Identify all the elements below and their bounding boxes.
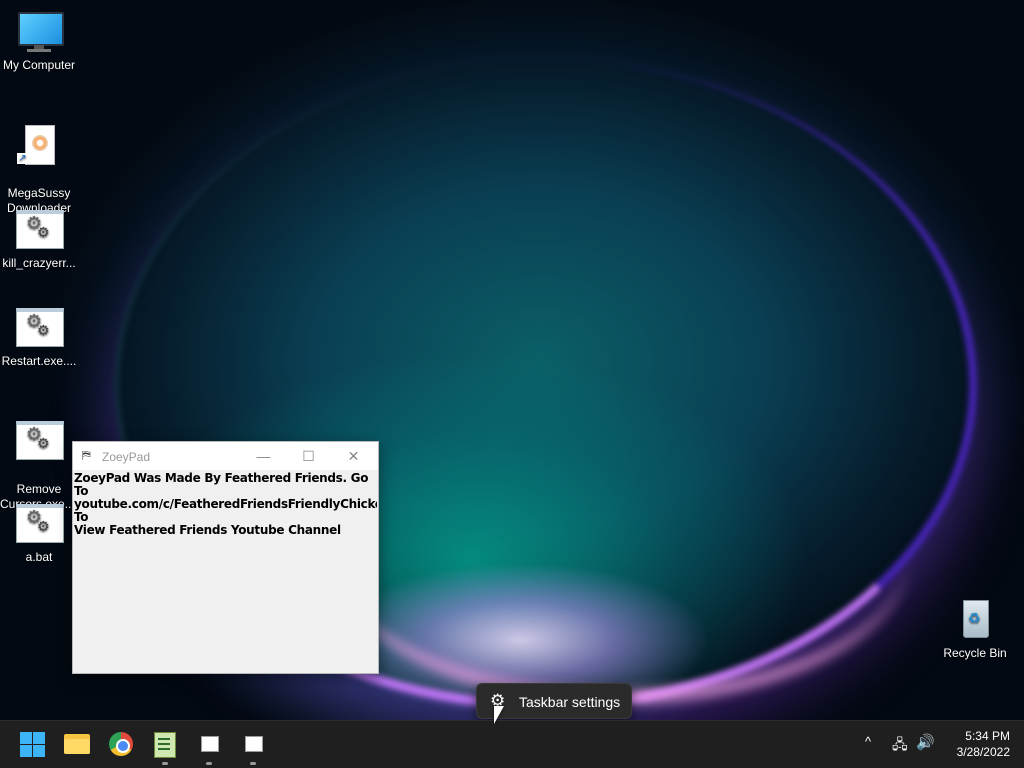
desktop-icon-recycle-bin[interactable]: ♻ Recycle Bin — [936, 598, 1014, 661]
chevron-up-icon[interactable]: ^ — [865, 734, 871, 749]
app-window-icon[interactable] — [195, 730, 223, 765]
shortcut-document-icon: ↗ — [15, 123, 63, 167]
mouse-cursor — [494, 706, 504, 724]
desktop-icon-a-bat[interactable]: ⚙ ⚙ a.bat — [0, 502, 78, 565]
notepad-icon[interactable] — [151, 730, 179, 765]
volume-icon[interactable]: 🔊 — [916, 733, 935, 751]
close-button[interactable]: ✕ — [331, 442, 376, 470]
executable-icon: ⚙ ⚙ — [15, 419, 64, 463]
clock-time[interactable]: 5:34 PM — [950, 729, 1010, 743]
monitor-icon — [15, 10, 64, 54]
desktop-icon-restart-exe[interactable]: ⚙ ⚙ Restart.exe.... — [0, 306, 78, 369]
window-titlebar[interactable]: ⛿ ZoeyPad — ☐ ✕ — [73, 442, 378, 470]
desktop-icon-label: kill_crazyerr... — [2, 256, 76, 270]
desktop-background: My Computer ↗ MegaSussy Downloader ⚙ ⚙ k… — [0, 0, 1024, 720]
maximize-button[interactable]: ☐ — [286, 442, 331, 470]
desktop-icon-label: Recycle Bin — [943, 646, 1007, 660]
window-title: ZoeyPad — [102, 450, 151, 464]
chrome-icon[interactable] — [107, 730, 135, 758]
executable-icon: ⚙ ⚙ — [15, 208, 64, 252]
window-content-text[interactable]: ZoeyPad Was Made By Feathered Friends. G… — [73, 470, 377, 537]
app-window-icon[interactable] — [239, 730, 267, 765]
executable-icon: ⚙ ⚙ — [15, 306, 64, 350]
desktop-icon-kill-crazyerr[interactable]: ⚙ ⚙ kill_crazyerr... — [0, 208, 78, 271]
zoeypad-app-icon: ⛿ — [82, 448, 91, 462]
desktop-icon-label: Restart.exe.... — [1, 354, 77, 368]
network-icon[interactable]: 🖧 — [892, 734, 908, 758]
recycle-bin-icon: ♻ — [951, 598, 999, 642]
executable-icon: ⚙ ⚙ — [15, 502, 64, 546]
desktop-icon-label: My Computer — [2, 58, 76, 72]
minimize-button[interactable]: — — [241, 442, 286, 470]
windows-logo-icon[interactable] — [19, 730, 47, 758]
zoeypad-window[interactable]: ⛿ ZoeyPad — ☐ ✕ ZoeyPad Was Made By Feat… — [72, 441, 379, 674]
clock-date[interactable]: 3/28/2022 — [944, 745, 1010, 759]
wallpaper-bloom-glow — [330, 400, 910, 704]
desktop-icon-my-computer[interactable]: My Computer — [0, 10, 78, 73]
taskbar-settings-menu-item[interactable]: Taskbar settings — [519, 694, 620, 710]
desktop-icon-label: a.bat — [25, 550, 53, 564]
folder-icon[interactable] — [63, 730, 91, 758]
